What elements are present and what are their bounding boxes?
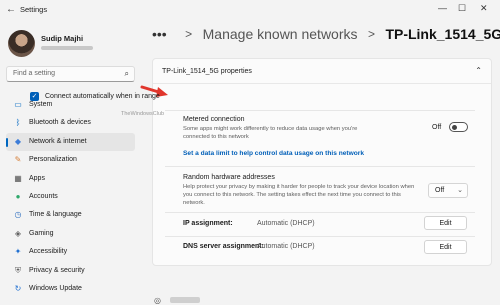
shield-icon: ⛨ (15, 265, 21, 275)
brush-icon: ✎ (14, 155, 22, 165)
sidebar-item-label: Windows Update (29, 284, 82, 292)
properties-panel: TP-Link_1514_5G properties ⌃ (152, 58, 492, 266)
refresh-icon: ↻ (14, 283, 22, 293)
sidebar-item-windows-update[interactable]: ↻ Windows Update (6, 280, 135, 298)
bluetooth-icon: ᛒ (15, 118, 21, 128)
title-bar: ← Settings — ☐ ✕ (0, 0, 500, 22)
auto-connect-checkbox[interactable]: ✓ (30, 92, 39, 101)
clock-globe-icon: ◷ (14, 210, 22, 220)
sidebar-item-personalization[interactable]: ✎ Personalization (6, 151, 135, 169)
minimize-icon[interactable]: — (438, 3, 447, 13)
section-header[interactable]: TP-Link_1514_5G properties ⌃ (153, 59, 491, 84)
dns-assignment-label: DNS server assignment: (183, 243, 264, 250)
divider (165, 110, 475, 111)
breadcrumb-parent[interactable]: Manage known networks (203, 26, 358, 42)
sidebar-item-gaming[interactable]: ◈ Gaming (6, 225, 135, 243)
sidebar-item-label: Privacy & security (29, 266, 85, 274)
sidebar-item-label: Accessibility (29, 248, 68, 256)
sidebar-item-accounts[interactable]: ● Accounts (6, 188, 135, 206)
search-input[interactable]: Find a setting ⌕ (6, 66, 135, 82)
sidebar-item-label: Gaming (29, 229, 54, 237)
data-limit-link[interactable]: Set a data limit to help control data us… (183, 150, 364, 157)
app-title: Settings (20, 5, 48, 14)
sidebar-item-label: Apps (29, 174, 45, 182)
divider (165, 212, 475, 213)
breadcrumb: ••• > Manage known networks > TP-Link_15… (152, 25, 500, 47)
random-hw-select[interactable]: Off ⌄ (428, 183, 468, 198)
random-hw-select-value: Off (435, 187, 445, 194)
user-name: Sudip Majhi (41, 34, 84, 43)
metered-description: connected to this network (183, 134, 249, 140)
metered-description: Some apps might work differently to redu… (183, 126, 358, 132)
page-title: TP-Link_1514_5G (385, 25, 500, 42)
metered-title: Metered connection (183, 116, 245, 123)
sidebar-item-apps[interactable]: ▦ Apps (6, 170, 135, 188)
back-arrow-icon[interactable]: ← (6, 4, 16, 15)
sidebar-item-label: Bluetooth & devices (29, 119, 91, 127)
sidebar-nav: ▭ System ᛒ Bluetooth & devices ◆ Network & in… (6, 96, 135, 298)
sidebar-item-time-language[interactable]: ◷ Time & language (6, 206, 135, 224)
breadcrumb-separator: > (367, 26, 375, 41)
sidebar-item-label: Network & internet (29, 137, 87, 145)
wifi-icon: ◆ (14, 136, 22, 146)
chevron-up-icon[interactable]: ⌃ (475, 66, 482, 75)
sidebar-item-bluetooth-devices[interactable]: ᛒ Bluetooth & devices (6, 114, 135, 132)
metered-toggle[interactable] (449, 122, 468, 132)
chevron-down-icon: ⌄ (457, 187, 463, 194)
divider (165, 166, 475, 167)
sidebar-item-privacy-security[interactable]: ⛨ Privacy & security (6, 262, 135, 280)
auto-connect-label: Connect automatically when in range (45, 93, 160, 100)
search-icon[interactable]: ⌕ (125, 69, 129, 79)
accessibility-icon: ✦ (14, 247, 22, 257)
apps-icon: ▦ (14, 173, 22, 183)
random-hw-title: Random hardware addresses (183, 174, 275, 181)
monitor-icon: ▭ (14, 100, 22, 109)
metered-toggle-label: Off (432, 124, 442, 131)
random-hw-description: Help protect your privacy by making it h… (183, 184, 415, 190)
breadcrumb-more-button[interactable]: ••• (152, 26, 167, 42)
dns-assignment-value: Automatic (DHCP) (257, 243, 315, 250)
random-hw-description: you connect to this network. The setting… (183, 192, 401, 198)
divider (165, 236, 475, 237)
toggle-knob (452, 125, 457, 130)
ip-edit-button[interactable]: Edit (424, 216, 467, 230)
gamepad-icon: ◈ (14, 228, 22, 238)
sidebar-item-label: System (29, 101, 53, 108)
search-placeholder: Find a setting (13, 70, 56, 77)
sidebar-item-network-internet[interactable]: ◆ Network & internet (6, 132, 135, 152)
maximize-icon[interactable]: ☐ (458, 3, 466, 14)
sidebar-item-label: Personalization (29, 156, 77, 164)
section-title: TP-Link_1514_5G properties (162, 68, 252, 75)
person-icon: ● (15, 191, 21, 201)
ip-assignment-value: Automatic (DHCP) (257, 220, 315, 227)
user-email-redacted (41, 46, 93, 50)
close-icon[interactable]: ✕ (480, 3, 488, 14)
sidebar-item-label: Time & language (29, 211, 82, 219)
bottom-link-truncated[interactable] (170, 297, 200, 303)
ip-assignment-label: IP assignment: (183, 220, 233, 227)
dns-edit-button[interactable]: Edit (424, 240, 467, 254)
watermark: TheWindowsClub (121, 111, 165, 117)
sidebar-item-label: Accounts (29, 192, 58, 200)
sidebar-item-accessibility[interactable]: ✦ Accessibility (6, 243, 135, 261)
avatar (8, 30, 35, 57)
random-hw-description: network. (183, 200, 205, 206)
breadcrumb-separator: > (185, 26, 193, 41)
